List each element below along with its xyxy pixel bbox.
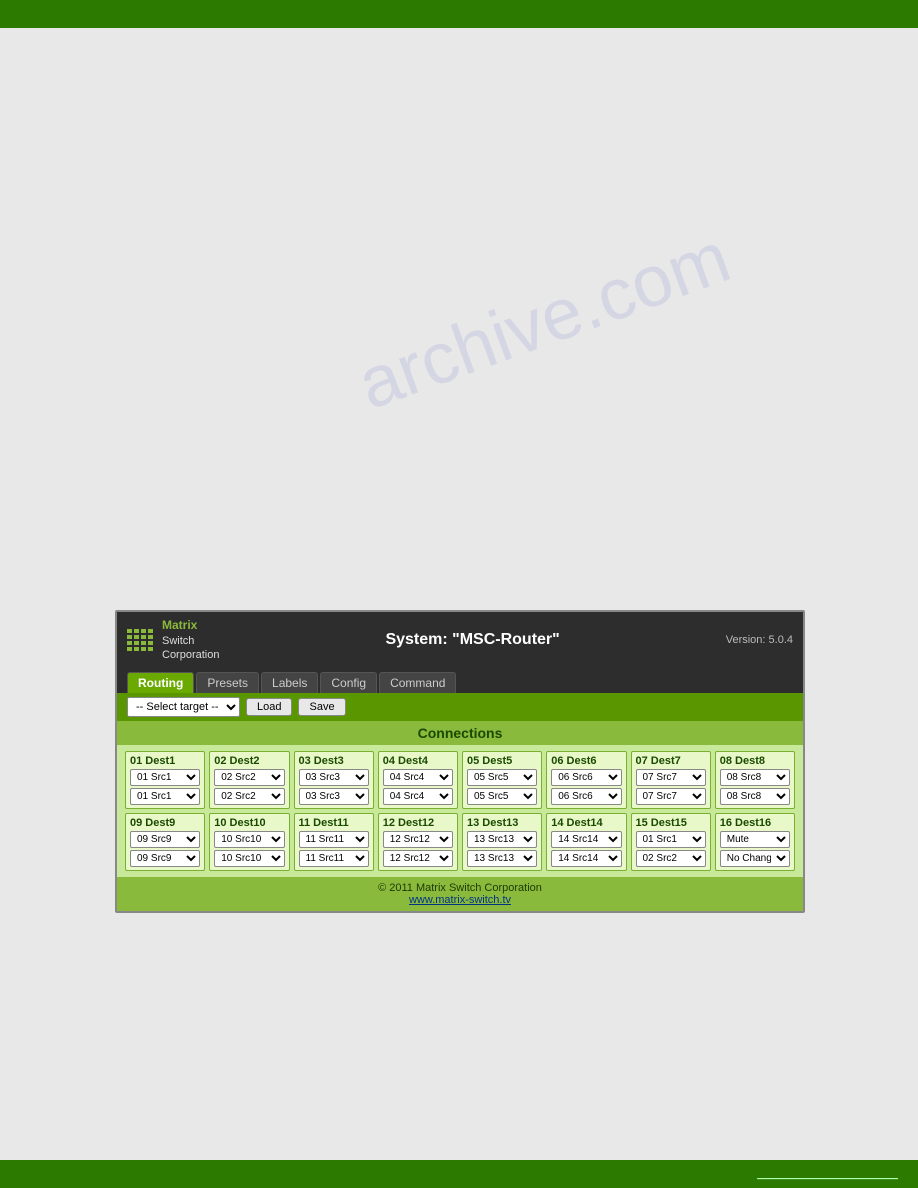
dest-select2-6[interactable]: 06 Src6: [551, 788, 621, 805]
dest-select1-12[interactable]: 12 Src12: [383, 831, 453, 848]
connections-grid: 01 Dest101 Src101 Src102 Dest202 Src202 …: [117, 745, 803, 877]
dest-select2-14[interactable]: 14 Src14: [551, 850, 621, 867]
dest-cell-7: 07 Dest7 07 Src7 07 Src7: [631, 751, 711, 809]
dest-select1-9[interactable]: 09 Src9: [130, 831, 200, 848]
dest-cell-2: 02 Dest2 02 Src2 02 Src2: [209, 751, 289, 809]
bottom-bar-text: _______________________: [757, 1168, 898, 1180]
logo-area: Matrix Switch Corporation: [127, 618, 219, 662]
dest-select1-8[interactable]: 08 Src8: [720, 769, 790, 786]
dest-select2-1[interactable]: 01 Src1: [130, 788, 200, 805]
dest-cell-6: 06 Dest6 06 Src6 06 Src6: [546, 751, 626, 809]
bottom-bar: _______________________: [0, 1160, 918, 1188]
dest-cell-3: 03 Dest3 03 Src3 03 Src3: [294, 751, 374, 809]
dest-select2-15[interactable]: 02 Src2: [636, 850, 706, 867]
dest-select2-13[interactable]: 13 Src13: [467, 850, 537, 867]
dest-label-11: 11 Dest11: [299, 817, 369, 829]
dest-label-7: 07 Dest7: [636, 755, 706, 767]
dest-cell-9: 09 Dest9 09 Src9 09 Src9: [125, 813, 205, 871]
dest-cell-4: 04 Dest4 04 Src4 04 Src4: [378, 751, 458, 809]
dest-cell-11: 11 Dest11 11 Src11 11 Src11: [294, 813, 374, 871]
panel-version: Version: 5.0.4: [726, 634, 793, 646]
dest-label-14: 14 Dest14: [551, 817, 621, 829]
dest-cell-5: 05 Dest5 05 Src5 05 Src5: [462, 751, 542, 809]
tab-labels[interactable]: Labels: [261, 672, 318, 693]
dest-select1-15[interactable]: 01 Src1: [636, 831, 706, 848]
dest-label-13: 13 Dest13: [467, 817, 537, 829]
dest-cell-14: 14 Dest14 14 Src14 14 Src14: [546, 813, 626, 871]
dest-select2-4[interactable]: 04 Src4: [383, 788, 453, 805]
dest-select2-5[interactable]: 05 Src5: [467, 788, 537, 805]
dest-select2-10[interactable]: 10 Src10: [214, 850, 284, 867]
dest-select1-4[interactable]: 04 Src4: [383, 769, 453, 786]
dest-select2-9[interactable]: 09 Src9: [130, 850, 200, 867]
dest-select2-7[interactable]: 07 Src7: [636, 788, 706, 805]
dest-select2-8[interactable]: 08 Src8: [720, 788, 790, 805]
dest-select2-12[interactable]: 12 Src12: [383, 850, 453, 867]
dest-select1-13[interactable]: 13 Src13: [467, 831, 537, 848]
dest-select1-6[interactable]: 06 Src6: [551, 769, 621, 786]
dest-cell-16: 16 Dest16 Mute No Change: [715, 813, 795, 871]
dest-label-8: 08 Dest8: [720, 755, 790, 767]
top-bar: [0, 0, 918, 28]
dest-label-1: 01 Dest1: [130, 755, 200, 767]
main-panel: Matrix Switch Corporation System: "MSC-R…: [115, 610, 805, 913]
dest-select1-7[interactable]: 07 Src7: [636, 769, 706, 786]
save-button[interactable]: Save: [298, 698, 345, 716]
load-button[interactable]: Load: [246, 698, 292, 716]
panel-title: System: "MSC-Router": [219, 631, 725, 649]
nav-tabs: Routing Presets Labels Config Command: [117, 668, 803, 693]
logo-line1: Matrix: [162, 618, 219, 634]
tab-routing[interactable]: Routing: [127, 672, 194, 693]
dest-select1-16[interactable]: Mute: [720, 831, 790, 848]
tab-config[interactable]: Config: [320, 672, 377, 693]
dest-cell-10: 10 Dest10 10 Src10 10 Src10: [209, 813, 289, 871]
panel-header: Matrix Switch Corporation System: "MSC-R…: [117, 612, 803, 668]
dest-label-10: 10 Dest10: [214, 817, 284, 829]
dest-select1-3[interactable]: 03 Src3: [299, 769, 369, 786]
dest-select1-5[interactable]: 05 Src5: [467, 769, 537, 786]
dest-select2-3[interactable]: 03 Src3: [299, 788, 369, 805]
dest-select1-14[interactable]: 14 Src14: [551, 831, 621, 848]
logo-line2: Switch: [162, 634, 219, 648]
dest-cell-15: 15 Dest15 01 Src1 02 Src2: [631, 813, 711, 871]
dest-label-5: 05 Dest5: [467, 755, 537, 767]
dest-cell-8: 08 Dest8 08 Src8 08 Src8: [715, 751, 795, 809]
dest-label-15: 15 Dest15: [636, 817, 706, 829]
dest-cell-1: 01 Dest1 01 Src1 01 Src1: [125, 751, 205, 809]
dest-select1-10[interactable]: 10 Src10: [214, 831, 284, 848]
logo-text: Matrix Switch Corporation: [162, 618, 219, 662]
dest-select2-16[interactable]: No Change: [720, 850, 790, 867]
dest-select1-11[interactable]: 11 Src11: [299, 831, 369, 848]
dest-select2-2[interactable]: 02 Src2: [214, 788, 284, 805]
dest-label-9: 09 Dest9: [130, 817, 200, 829]
connections-heading: Connections: [117, 721, 803, 745]
footer-link[interactable]: www.matrix-switch.tv: [409, 894, 511, 906]
panel-footer: © 2011 Matrix Switch Corporation www.mat…: [117, 877, 803, 911]
dest-cell-13: 13 Dest13 13 Src13 13 Src13: [462, 813, 542, 871]
footer-copyright: © 2011 Matrix Switch Corporation: [122, 882, 798, 894]
target-select[interactable]: -- Select target --: [127, 697, 240, 717]
dest-label-2: 02 Dest2: [214, 755, 284, 767]
dest-label-6: 06 Dest6: [551, 755, 621, 767]
dest-label-16: 16 Dest16: [720, 817, 790, 829]
dest-select2-11[interactable]: 11 Src11: [299, 850, 369, 867]
dest-label-12: 12 Dest12: [383, 817, 453, 829]
dest-select1-2[interactable]: 02 Src2: [214, 769, 284, 786]
watermark: archive.com: [348, 216, 741, 426]
logo-line3: Corporation: [162, 648, 219, 662]
dest-label-3: 03 Dest3: [299, 755, 369, 767]
tab-command[interactable]: Command: [379, 672, 456, 693]
logo-grid-icon: [127, 629, 154, 652]
dest-select1-1[interactable]: 01 Src1: [130, 769, 200, 786]
tab-presets[interactable]: Presets: [196, 672, 259, 693]
dest-label-4: 04 Dest4: [383, 755, 453, 767]
dest-cell-12: 12 Dest12 12 Src12 12 Src12: [378, 813, 458, 871]
toolbar: -- Select target -- Load Save: [117, 693, 803, 721]
